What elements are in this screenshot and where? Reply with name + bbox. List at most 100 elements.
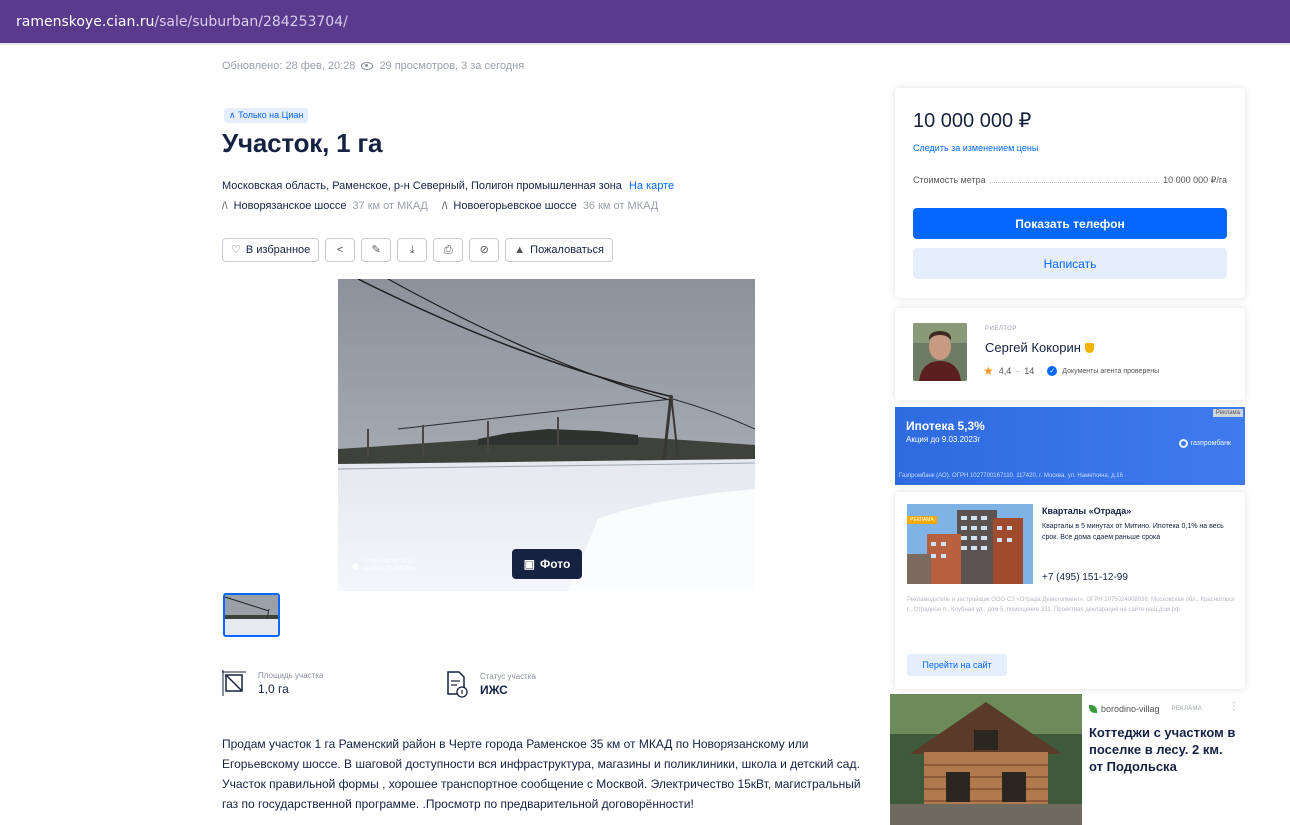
highway-name: Новорязанское шоссе bbox=[233, 200, 347, 212]
warning-icon: ▲ bbox=[514, 243, 526, 256]
photo-button-label: Фото bbox=[540, 557, 571, 571]
address-text: Московская область, Раменское, р-н Север… bbox=[222, 180, 622, 192]
highway-item[interactable]: /\ Новоегорьевское шоссе 36 км от МКАД bbox=[442, 200, 658, 212]
otrada-text: Кварталы в 5 минутах от Митино. Ипотека … bbox=[1042, 523, 1224, 541]
address-bar[interactable]: ramenskoye.cian.ru/sale/suburban/2842537… bbox=[0, 0, 1290, 43]
heart-icon: ♡ bbox=[231, 243, 241, 256]
complain-button[interactable]: ▲ Пожаловаться bbox=[505, 238, 614, 262]
ad-site: borodino-villag РЕКЛАМА bbox=[1089, 704, 1202, 714]
bank-logo: газпромбанк bbox=[1178, 439, 1231, 448]
note-button[interactable]: ✎ bbox=[361, 238, 392, 262]
avatar[interactable] bbox=[913, 323, 967, 381]
cottage-image bbox=[890, 694, 1082, 825]
star-icon: ★ bbox=[983, 364, 994, 378]
favorite-button[interactable]: ♡ В избранное bbox=[222, 238, 320, 262]
agent-stats: ★ 4,4 · 14 ✓ Документы агента проверены bbox=[983, 364, 1159, 378]
thumbnail-image bbox=[225, 595, 278, 635]
feature-label: Статус участка bbox=[480, 671, 536, 681]
ad-tag: Реклама bbox=[1212, 409, 1243, 417]
more-icon[interactable]: ⋮ bbox=[1229, 701, 1239, 712]
otrada-phone[interactable]: +7 (495) 151-12-99 bbox=[1042, 572, 1128, 583]
url-path: /sale/suburban/284253704/ bbox=[154, 13, 348, 30]
photo-image bbox=[338, 279, 755, 591]
agent-name[interactable]: Сергей Кокорин bbox=[985, 340, 1094, 355]
write-message-button[interactable]: Написать bbox=[913, 248, 1227, 279]
agent-card: РИЕЛТОР Сергей Кокорин ★ 4,4 · 14 ✓ Доку… bbox=[895, 308, 1245, 400]
eye-icon bbox=[361, 62, 374, 70]
bank-logo-icon bbox=[1178, 439, 1188, 448]
price: 10 000 000 ₽ bbox=[913, 110, 1032, 132]
avatar-image bbox=[913, 323, 967, 381]
highway-item[interactable]: /\ Новорязанское шоссе 37 км от МКАД bbox=[222, 200, 428, 212]
separator: · bbox=[1016, 366, 1020, 376]
road-icon: /\ bbox=[222, 200, 228, 212]
exclusive-badge: ∧ Только на Циан bbox=[224, 108, 309, 123]
divider bbox=[0, 43, 1290, 45]
photo-gallery-button[interactable]: ▣ Фото bbox=[512, 549, 582, 579]
ad-tag: РЕКЛАМА bbox=[1171, 706, 1203, 712]
description: Продам участок 1 га Раменский район в Че… bbox=[222, 737, 861, 811]
print-button[interactable]: ⎙ bbox=[433, 238, 464, 262]
ppm-label: Стоимость метра bbox=[913, 175, 986, 185]
road-icon: /\ bbox=[441, 200, 448, 212]
otrada-ad: РЕКЛАМА Кварталы «Отрада» Кварталы в 5 м… bbox=[895, 492, 1245, 689]
photo-thumbnail[interactable] bbox=[223, 593, 280, 637]
exclusive-badge-label: Только на Циан bbox=[238, 110, 304, 120]
otrada-title[interactable]: Кварталы «Отрада» bbox=[1042, 506, 1131, 516]
feature-value: ИЖС bbox=[480, 682, 508, 697]
views-text: 29 просмотров, 3 за сегодня bbox=[379, 60, 525, 72]
mortgage-ad[interactable]: Реклама Ипотека 5,3% Акция до 9.03.2023г… bbox=[895, 407, 1245, 485]
hide-button[interactable]: ⊘ bbox=[469, 238, 500, 262]
download-button[interactable]: ⤓ bbox=[397, 238, 428, 262]
mortgage-title: Ипотека 5,3% bbox=[906, 419, 985, 433]
main-photo[interactable]: SHOT ON MI 11 LE AI DUAL CAMERA ▣ Фото bbox=[338, 279, 755, 591]
listing-meta: Обновлено: 28 фев, 20:28 29 просмотров, … bbox=[222, 60, 524, 72]
borodino-ad[interactable]: borodino-villag РЕКЛАМА ⋮ Коттеджи с уча… bbox=[890, 694, 1245, 825]
agent-verified: Документы агента проверены bbox=[1062, 367, 1160, 375]
go-to-site-button[interactable]: Перейти на сайт bbox=[907, 654, 1007, 676]
highway-distance: 36 км от МКАД bbox=[582, 200, 659, 212]
leaf-icon bbox=[1089, 705, 1097, 713]
mortgage-legal: Газпромбанк (АО). ОГРН 1027700167110. 11… bbox=[899, 473, 1123, 479]
ad-badge: РЕКЛАМА bbox=[907, 516, 937, 524]
camera-icon bbox=[352, 562, 359, 570]
agent-name-text: Сергей Кокорин bbox=[985, 340, 1081, 355]
download-icon: ⤓ bbox=[409, 243, 415, 256]
agent-reviews[interactable]: 14 bbox=[1024, 366, 1034, 376]
bank-logo-text: газпромбанк bbox=[1190, 440, 1231, 447]
complain-label: Пожаловаться bbox=[530, 244, 605, 256]
cottage-picture bbox=[890, 694, 1082, 825]
pencil-icon: ✎ bbox=[371, 243, 381, 256]
camera-icon: ▣ bbox=[523, 557, 535, 571]
dotted-leader bbox=[989, 182, 1160, 183]
agent-rating: 4,4 bbox=[998, 366, 1012, 376]
borodino-text: Коттеджи с участком в поселке в лесу. 2 … bbox=[1089, 725, 1236, 774]
url-host: ramenskoye.cian.ru bbox=[16, 13, 155, 30]
area-icon bbox=[222, 670, 246, 696]
map-link[interactable]: На карте bbox=[629, 180, 674, 192]
mortgage-subtitle: Акция до 9.03.2023г bbox=[906, 435, 981, 444]
page-title: Участок, 1 га bbox=[222, 128, 383, 158]
share-button[interactable]: < bbox=[325, 238, 356, 262]
check-icon: ✓ bbox=[1047, 366, 1058, 376]
show-phone-button[interactable]: Показать телефон bbox=[913, 208, 1227, 239]
otrada-image[interactable]: РЕКЛАМА bbox=[907, 504, 1033, 584]
watermark-line1: SHOT ON MI 11 LE bbox=[363, 559, 416, 565]
favorite-label: В избранное bbox=[245, 244, 311, 256]
feature-area: Площадь участка 1,0 га bbox=[222, 670, 323, 696]
printer-icon: ⎙ bbox=[443, 243, 453, 256]
document-icon bbox=[447, 671, 468, 698]
price-card: 10 000 000 ₽ Следить за изменением цены … bbox=[895, 88, 1245, 298]
ad-site-name: borodino-villag bbox=[1101, 704, 1160, 714]
highway-name: Новоегорьевское шоссе bbox=[453, 200, 577, 212]
action-toolbar: ♡ В избранное < ✎ ⤓ ⎙ ⊘ ▲ Пожаловаться bbox=[222, 238, 614, 262]
address: Московская область, Раменское, р-н Север… bbox=[222, 180, 674, 192]
camera-watermark: SHOT ON MI 11 LE AI DUAL CAMERA bbox=[352, 559, 415, 573]
ppm-value: 10 000 000 ₽/га bbox=[1163, 175, 1227, 185]
track-price-link[interactable]: Следить за изменением цены bbox=[913, 143, 1038, 153]
agent-role: РИЕЛТОР bbox=[985, 326, 1017, 332]
feature-status: Статус участка ИЖС bbox=[446, 670, 536, 698]
updated-text: Обновлено: 28 фев, 20:28 bbox=[222, 60, 356, 72]
otrada-legal: Рекламодатель и застройщик ООО СЗ «Отрад… bbox=[907, 597, 1235, 613]
eye-off-icon: ⊘ bbox=[479, 243, 489, 256]
